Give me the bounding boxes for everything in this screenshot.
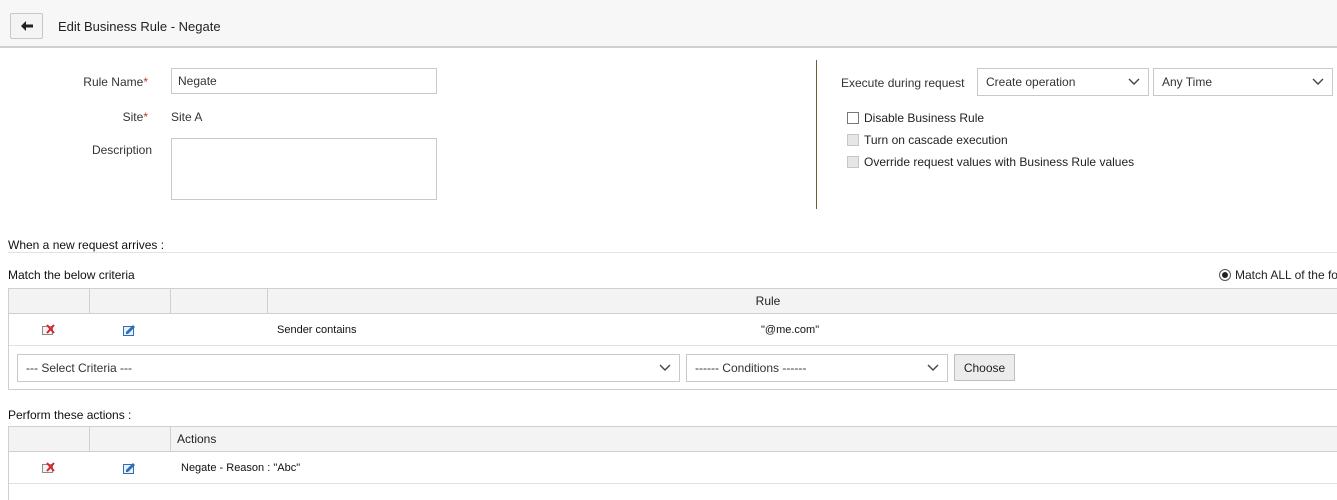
page-header: Edit Business Rule - Negate [0, 0, 1337, 48]
description-textarea[interactable] [171, 138, 437, 200]
edit-icon[interactable] [123, 462, 137, 474]
cascade-execution-checkbox [847, 134, 859, 146]
section-divider [8, 252, 1337, 253]
disable-business-rule-option[interactable]: Disable Business Rule [847, 111, 984, 125]
conditions-dropdown[interactable]: ------ Conditions ------ [686, 354, 948, 382]
criteria-table: Rule Sender contains "@me.com" --- Selec… [8, 288, 1337, 390]
arrow-left-icon [20, 21, 33, 31]
override-values-option: Override request values with Business Ru… [847, 155, 1134, 169]
when-request-arrives-label: When a new request arrives : [8, 238, 165, 252]
table-row: Negate - Reason : "Abc" [9, 453, 1337, 484]
match-all-radio[interactable] [1219, 269, 1231, 281]
operation-selected-value: Create operation [986, 75, 1076, 89]
column-header [90, 289, 171, 314]
page-title: Edit Business Rule - Negate [58, 19, 221, 34]
checkbox-label: Override request values with Business Ru… [864, 155, 1135, 169]
site-value: Site A [171, 110, 203, 124]
column-header [90, 427, 171, 452]
rule-name-input[interactable] [171, 68, 437, 94]
column-header [9, 289, 90, 314]
match-criteria-label: Match the below criteria [8, 268, 135, 282]
perform-actions-label: Perform these actions : [8, 408, 132, 422]
operation-select[interactable]: Create operation [977, 68, 1149, 96]
actions-column-label: Actions [177, 432, 217, 446]
execute-during-request-label: Execute during request [841, 76, 965, 90]
edit-icon[interactable] [123, 324, 137, 336]
rule-column-label: Rule [755, 294, 781, 308]
chevron-down-icon [659, 364, 671, 371]
actions-table: Actions Negate - Reason : "Abc" [8, 426, 1337, 500]
table-row: Sender contains "@me.com" [9, 315, 1337, 346]
rule-column-header: Rule [268, 289, 1337, 314]
disable-business-rule-checkbox[interactable] [847, 112, 859, 124]
column-header [171, 289, 268, 314]
conditions-placeholder: ------ Conditions ------ [695, 361, 807, 375]
match-all-option[interactable]: Match ALL of the fo [1219, 268, 1337, 282]
site-label: Site* [122, 110, 148, 124]
criteria-rule-text: Sender contains [277, 324, 357, 336]
cascade-execution-option: Turn on cascade execution [847, 133, 1008, 147]
checkbox-label: Turn on cascade execution [864, 133, 1008, 147]
action-text: Negate - Reason : "Abc" [181, 462, 301, 474]
override-values-checkbox [847, 156, 859, 168]
match-all-label: Match ALL of the fo [1235, 268, 1337, 282]
vertical-divider [816, 60, 817, 209]
delete-icon[interactable] [42, 324, 56, 336]
back-button[interactable] [10, 13, 43, 39]
time-selected-value: Any Time [1162, 75, 1213, 89]
delete-icon[interactable] [42, 462, 56, 474]
choose-button[interactable]: Choose [954, 354, 1015, 381]
description-label: Description [91, 143, 152, 157]
select-criteria-dropdown[interactable]: --- Select Criteria --- [17, 354, 680, 382]
chevron-down-icon [1128, 78, 1140, 85]
select-criteria-placeholder: --- Select Criteria --- [26, 361, 133, 375]
time-select[interactable]: Any Time [1153, 68, 1333, 96]
chevron-down-icon [927, 364, 939, 371]
rule-name-label: Rule Name* [83, 75, 148, 89]
actions-column-header: Actions [171, 427, 1337, 452]
column-header [9, 427, 90, 452]
checkbox-label: Disable Business Rule [864, 111, 985, 125]
chevron-down-icon [1312, 78, 1324, 85]
criteria-value-text: "@me.com" [761, 324, 820, 336]
